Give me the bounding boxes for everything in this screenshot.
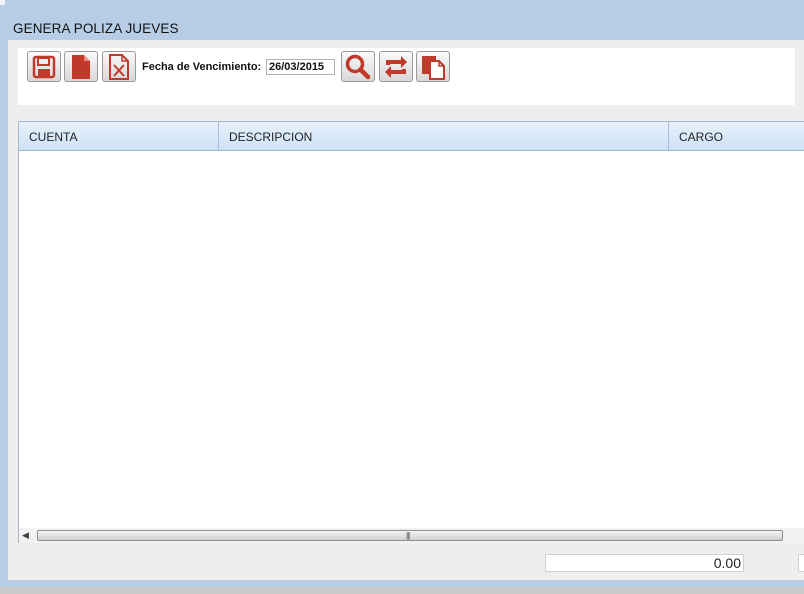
search-icon [345,54,371,79]
search-button[interactable] [341,51,375,82]
cargo-total-field[interactable] [545,554,744,572]
excel-icon [109,53,129,80]
new-document-button[interactable] [64,51,98,82]
window-corner [0,0,5,5]
refresh-button[interactable] [379,51,413,82]
save-button[interactable] [27,51,61,82]
refresh-icon [385,55,407,78]
due-date-label: Fecha de Vencimiento: [142,61,262,73]
scrollbar-thumb[interactable]: ||| [37,530,783,541]
window-title: GENERA POLIZA JUEVES [13,21,179,36]
copy-icon [422,55,445,80]
scroll-left-arrow-icon[interactable]: ◀ [22,530,29,541]
data-grid: CUENTA DESCRIPCION CARGO ◀ ||| [18,121,804,543]
column-header-cuenta[interactable]: CUENTA [19,122,219,150]
column-header-descripcion[interactable]: DESCRIPCION [219,122,669,150]
export-excel-button[interactable] [102,51,136,82]
window-bottom-shadow [0,587,804,594]
copy-button[interactable] [416,51,450,82]
floppy-disk-icon [32,55,56,78]
document-icon [72,54,90,79]
abono-total-field[interactable] [798,554,804,572]
horizontal-scrollbar[interactable]: ◀ ||| [19,528,804,543]
grid-header: CUENTA DESCRIPCION CARGO [19,122,804,151]
column-header-cargo[interactable]: CARGO [669,122,804,150]
due-date-input[interactable] [266,59,335,75]
grip-icon: ||| [406,531,410,540]
